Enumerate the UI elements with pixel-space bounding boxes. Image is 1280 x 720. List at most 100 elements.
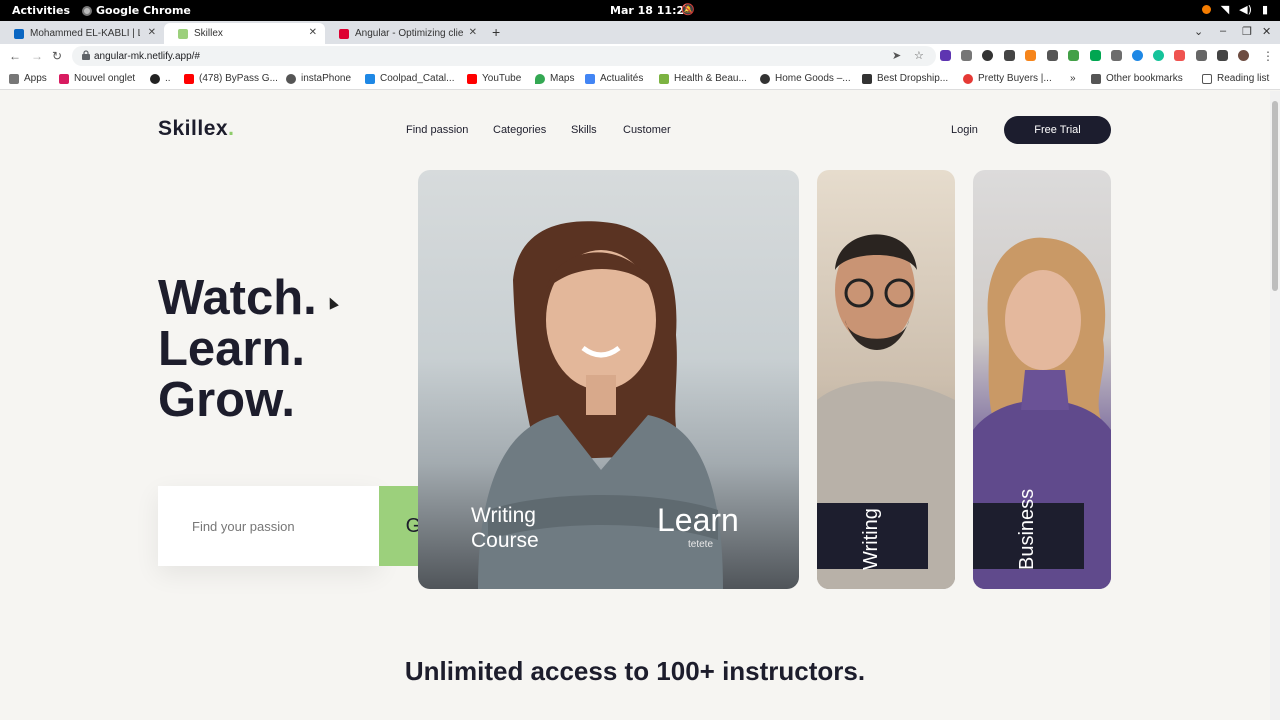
course-label-line2: Course: [471, 529, 539, 552]
bookmark-label: Other bookmarks: [1106, 73, 1183, 84]
bookmark-item[interactable]: YouTube: [467, 73, 521, 84]
hero-line-learn: Learn.: [158, 322, 306, 376]
extension-icon[interactable]: [1111, 50, 1122, 61]
tab-title: Skillex: [194, 28, 223, 39]
bookmark-favicon-icon: [862, 73, 872, 84]
browser-toolbar: ← → ↻ angular-mk.netlify.app/# ➤ ☆ ⋮: [0, 44, 1280, 68]
grammarly-icon[interactable]: [1153, 50, 1164, 61]
bookmark-label: Home Goods –...: [775, 73, 851, 84]
passion-search: [158, 486, 379, 566]
address-bar[interactable]: angular-mk.netlify.app/# ➤ ☆: [72, 46, 936, 66]
bookmark-star-icon[interactable]: ☆: [914, 49, 924, 62]
puzzle-icon[interactable]: [1196, 50, 1207, 61]
bookmark-item[interactable]: Coolpad_Catal...: [365, 73, 455, 84]
nav-customer[interactable]: Customer: [623, 124, 671, 136]
passion-search-input[interactable]: [158, 486, 379, 566]
page-content: Skillex. Find passion Categories Skills …: [0, 91, 1270, 720]
extension-icon[interactable]: [961, 50, 972, 61]
bookmark-label: YouTube: [482, 73, 522, 84]
business-category-card[interactable]: Business: [973, 170, 1111, 589]
site-logo[interactable]: Skillex.: [158, 117, 234, 141]
extension-icon[interactable]: [1068, 50, 1079, 61]
lock-icon: [82, 50, 90, 60]
extension-icon[interactable]: [1047, 50, 1058, 61]
bookmark-favicon-icon: [963, 73, 973, 84]
bookmarks-overflow-icon[interactable]: »: [1070, 73, 1076, 84]
logo-dot: .: [228, 117, 235, 140]
close-icon[interactable]: ✕: [469, 27, 477, 38]
maximize-icon[interactable]: ❐: [1242, 25, 1252, 38]
tab-linkedin[interactable]: Mohammed EL-KABLI | Li ✕: [0, 23, 164, 44]
metamask-icon[interactable]: [1025, 50, 1036, 61]
close-icon[interactable]: ✕: [148, 27, 156, 38]
tab-skillex[interactable]: Skillex ✕: [164, 23, 325, 44]
scrollbar-thumb[interactable]: [1272, 101, 1278, 291]
bookmark-label: Maps: [550, 73, 575, 84]
bookmark-favicon-icon: [365, 73, 375, 84]
writing-label: Writing: [860, 508, 882, 570]
nav-skills[interactable]: Skills: [571, 124, 597, 136]
bookmark-item[interactable]: Home Goods –...: [760, 73, 851, 84]
linkedin-icon: [14, 28, 24, 39]
extension-icon[interactable]: [940, 50, 951, 61]
bookmark-item[interactable]: Nouvel onglet: [59, 73, 135, 84]
bookmark-apps[interactable]: Apps: [9, 73, 47, 84]
reading-list[interactable]: Reading list: [1202, 73, 1269, 84]
bookmark-item[interactable]: Best Dropship...: [862, 73, 948, 84]
reading-list-icon: [1202, 73, 1212, 84]
writing-category-card[interactable]: Writing: [817, 170, 955, 589]
wifi-icon: ◥: [1220, 3, 1230, 16]
reload-icon[interactable]: ↻: [52, 49, 62, 63]
nav-find-passion[interactable]: Find passion: [406, 124, 468, 136]
forward-arrow-icon[interactable]: →: [31, 49, 43, 63]
window-close-icon[interactable]: ✕: [1262, 25, 1271, 38]
login-link[interactable]: Login: [951, 124, 978, 136]
reading-mode-icon[interactable]: [1217, 50, 1228, 61]
extension-icon[interactable]: [1174, 50, 1185, 61]
notification-bell-icon: 🔕: [681, 3, 695, 16]
send-icon[interactable]: ➤: [892, 49, 901, 62]
menu-kebab-icon[interactable]: ⋮: [1262, 49, 1274, 63]
news-icon: [585, 73, 595, 84]
bookmark-item[interactable]: Health & Beau...: [659, 73, 747, 84]
extension-icon[interactable]: [1132, 50, 1143, 61]
bookmark-label: ..: [165, 73, 171, 84]
bookmark-item[interactable]: instaPhone: [286, 73, 351, 84]
avatar[interactable]: [1238, 50, 1249, 61]
bookmark-item[interactable]: ..: [150, 73, 171, 84]
extension-icon[interactable]: [1004, 50, 1015, 61]
battery-icon: ▮: [1261, 3, 1268, 16]
bookmark-item[interactable]: Actualités: [585, 73, 643, 84]
clock[interactable]: Mar 18 11:26: [610, 4, 692, 17]
bookmark-label: Health & Beau...: [674, 73, 747, 84]
globe-icon: [286, 73, 296, 84]
tab-strip: Mohammed EL-KABLI | Li ✕ Skillex ✕ Angul…: [0, 21, 1280, 44]
hero-heading: Watch. Learn. Grow.: [158, 273, 317, 426]
other-bookmarks[interactable]: Other bookmarks: [1091, 73, 1183, 84]
bookmark-item[interactable]: Pretty Buyers |...: [963, 73, 1052, 84]
bookmark-item[interactable]: Maps: [535, 73, 574, 84]
system-tray[interactable]: ◥ ◀) ▮: [1201, 3, 1268, 16]
new-tab-button[interactable]: +: [492, 24, 500, 40]
course-label-line1: Writing: [471, 504, 536, 527]
nav-categories[interactable]: Categories: [493, 124, 546, 136]
tab-angular[interactable]: Angular - Optimizing clie ✕: [325, 23, 485, 44]
tab-title: Angular - Optimizing clie: [355, 28, 464, 39]
back-arrow-icon[interactable]: ←: [9, 49, 21, 63]
minimize-icon[interactable]: –: [1220, 25, 1226, 37]
bookmark-label: Nouvel onglet: [74, 73, 136, 84]
bookmark-label: Actualités: [600, 73, 644, 84]
extension-icon[interactable]: [982, 50, 993, 61]
free-trial-button[interactable]: Free Trial: [1004, 116, 1111, 144]
bookmark-item[interactable]: (478) ByPass G...: [184, 73, 278, 84]
tab-search-icon[interactable]: ⌄: [1194, 25, 1203, 38]
url-text[interactable]: angular-mk.netlify.app/#: [94, 51, 200, 62]
youtube-icon: [467, 73, 477, 84]
page-scrollbar[interactable]: [1270, 91, 1280, 720]
business-label: Business: [1016, 488, 1038, 570]
close-icon[interactable]: ✕: [309, 27, 317, 38]
activities-button[interactable]: Activities: [12, 4, 70, 17]
app-menu[interactable]: Google Chrome: [82, 4, 191, 17]
shield-icon[interactable]: [1090, 50, 1101, 61]
chrome-icon: [82, 5, 92, 16]
